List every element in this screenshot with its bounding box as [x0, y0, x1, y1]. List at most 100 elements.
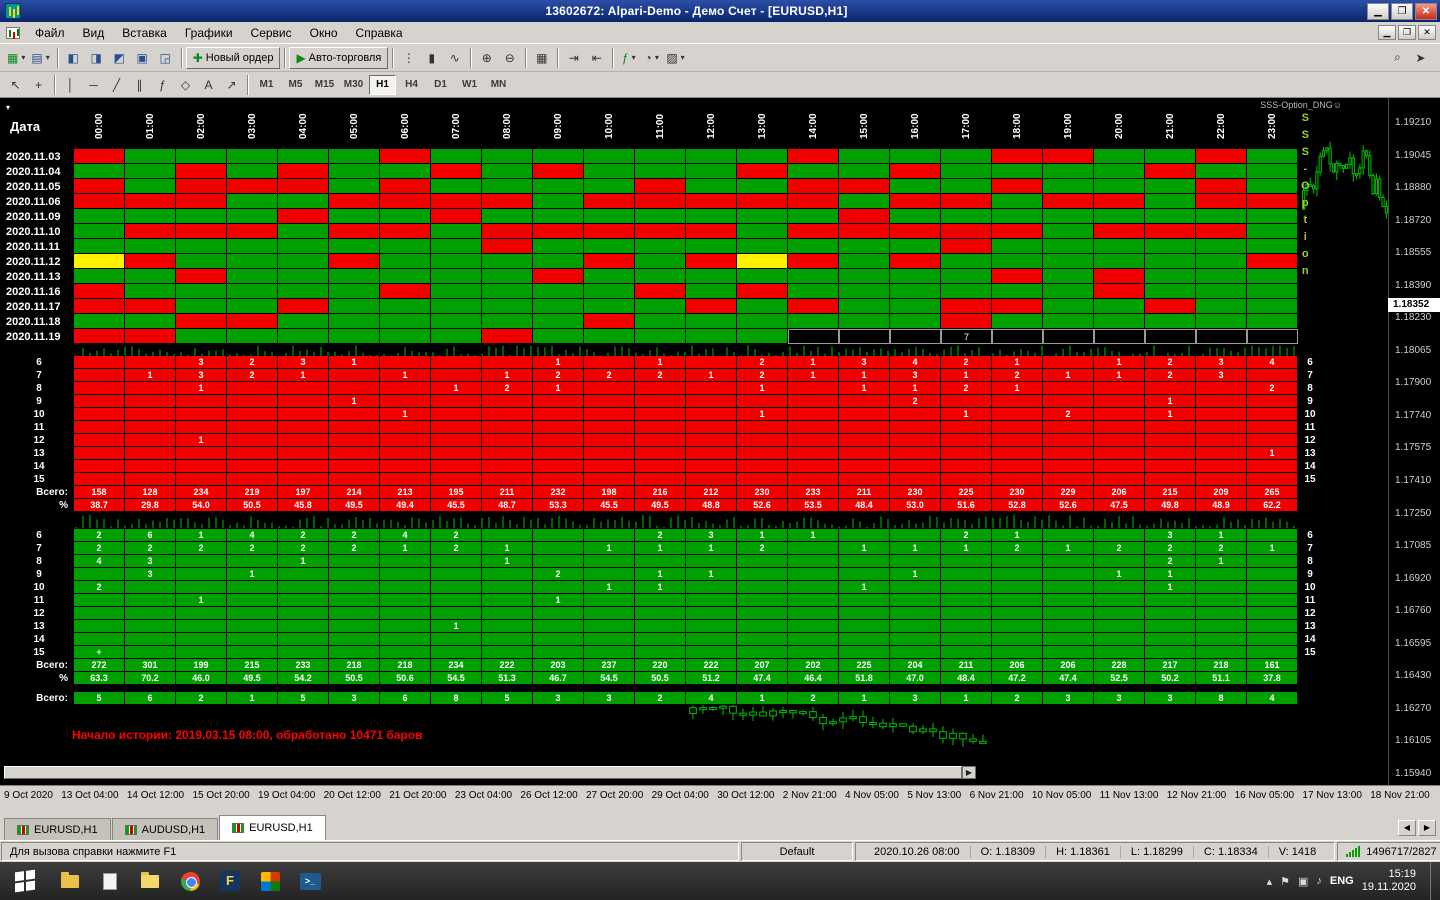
- close-button[interactable]: ✕: [1415, 3, 1437, 20]
- heatmap-cell: [278, 209, 329, 224]
- horizontal-scrollbar[interactable]: ▶: [4, 766, 976, 779]
- child-restore-button[interactable]: ❐: [1398, 25, 1416, 40]
- stat-cell: [1196, 568, 1247, 581]
- timeframe-w1[interactable]: W1: [456, 75, 483, 95]
- restore-button[interactable]: ❐: [1391, 3, 1413, 20]
- arrow-tools-button[interactable]: ↗: [220, 74, 243, 96]
- language-indicator[interactable]: ENG: [1330, 875, 1354, 887]
- stat-cell: [227, 607, 278, 620]
- stat-cell: [686, 620, 737, 633]
- tray-flag-icon[interactable]: ⚑: [1280, 875, 1290, 888]
- timeframe-m30[interactable]: M30: [340, 75, 367, 95]
- percent-cell: 50.6: [380, 672, 431, 685]
- zoom-out-button[interactable]: ⊖: [498, 47, 521, 69]
- taskbar-documents-icon[interactable]: [92, 865, 128, 897]
- shapes-button[interactable]: ◇: [174, 74, 197, 96]
- stat-cell: 2: [74, 529, 125, 542]
- timeframe-h4[interactable]: H4: [398, 75, 425, 95]
- menu-item[interactable]: Файл: [26, 23, 74, 43]
- menu-item[interactable]: Окно: [301, 23, 347, 43]
- scrollbar-thumb[interactable]: [4, 766, 962, 779]
- zoom-in-button[interactable]: ⊕: [475, 47, 498, 69]
- trendline-button[interactable]: ╱: [105, 74, 128, 96]
- row-label-right: 6: [1298, 529, 1322, 542]
- child-close-button[interactable]: ✕: [1418, 25, 1436, 40]
- tray-volume-icon[interactable]: ♪: [1316, 875, 1322, 887]
- taskbar-office-icon[interactable]: [252, 865, 288, 897]
- show-desktop-button[interactable]: [1430, 862, 1436, 900]
- chart-tab[interactable]: EURUSD,H1: [4, 818, 111, 840]
- horizontal-line-button[interactable]: ─: [82, 74, 105, 96]
- stat-cell: 2: [992, 369, 1043, 382]
- child-minimize-button[interactable]: ▁: [1378, 25, 1396, 40]
- taskbar-powershell-icon[interactable]: >_: [292, 865, 328, 897]
- auto-scroll-button[interactable]: ⇥: [562, 47, 585, 69]
- tab-scroll-left-icon[interactable]: ◀: [1398, 820, 1416, 836]
- search-button[interactable]: ⌕: [1386, 47, 1409, 69]
- tray-expand-icon[interactable]: ▴: [1267, 875, 1273, 888]
- chart-shift-button[interactable]: ⇤: [585, 47, 608, 69]
- bottom-total-cell: 8: [431, 692, 482, 705]
- chart-tab[interactable]: AUDUSD,H1: [112, 818, 219, 840]
- line-chart-button[interactable]: ∿: [443, 47, 466, 69]
- menu-item[interactable]: Вид: [74, 23, 114, 43]
- strategy-tester-button[interactable]: ◲: [154, 47, 177, 69]
- bottom-total-cell: 3: [890, 692, 941, 705]
- data-window-button[interactable]: ◨: [85, 47, 108, 69]
- cursor-button[interactable]: ↖: [4, 74, 27, 96]
- scrollbar-right-arrow-icon[interactable]: ▶: [962, 766, 976, 779]
- crosshair-button[interactable]: +: [27, 74, 50, 96]
- taskbar-chrome-icon[interactable]: [172, 865, 208, 897]
- bottom-total-cell: 2: [635, 692, 686, 705]
- timeframe-d1[interactable]: D1: [427, 75, 454, 95]
- channel-button[interactable]: ∥: [128, 74, 151, 96]
- navigator-button[interactable]: ◩: [108, 47, 131, 69]
- fibonacci-button[interactable]: ƒ: [151, 74, 174, 96]
- taskbar-clock[interactable]: 15:19 19.11.2020: [1362, 868, 1422, 894]
- taskbar-folder-icon[interactable]: [132, 865, 168, 897]
- autotrading-button[interactable]: ▶Авто-торговля: [289, 47, 388, 69]
- status-profile[interactable]: Default: [741, 842, 853, 861]
- templates-button[interactable]: ▨▾: [663, 47, 687, 69]
- chart-area[interactable]: SSS-Option_DNG☺ SSS-Option ▾ Дата00:0001…: [0, 98, 1440, 805]
- indicators-button[interactable]: ƒ▾: [617, 47, 640, 69]
- text-button[interactable]: A: [197, 74, 220, 96]
- stat-cell: [1043, 555, 1094, 568]
- new-order-button[interactable]: ✚Новый ордер: [186, 47, 281, 69]
- bar-chart-button[interactable]: ⋮: [397, 47, 420, 69]
- menu-item[interactable]: Справка: [347, 23, 412, 43]
- timeframe-m5[interactable]: M5: [282, 75, 309, 95]
- profiles-button[interactable]: ▤▾: [28, 47, 52, 69]
- market-watch-button[interactable]: ◧: [62, 47, 85, 69]
- stat-cell: [74, 421, 125, 434]
- minimize-button[interactable]: ▁: [1367, 3, 1389, 20]
- stat-cell: 2: [1196, 542, 1247, 555]
- timeframe-h1[interactable]: H1: [369, 75, 396, 95]
- tile-windows-button[interactable]: ▦: [530, 47, 553, 69]
- menu-item[interactable]: Вставка: [113, 23, 176, 43]
- stat-cell: [890, 581, 941, 594]
- menu-item[interactable]: Графики: [176, 23, 242, 43]
- stat-cell: [482, 447, 533, 460]
- candle-chart-button[interactable]: ▮: [420, 47, 443, 69]
- heatmap-cell: [686, 329, 737, 344]
- terminal-button[interactable]: ▣: [131, 47, 154, 69]
- start-button[interactable]: [0, 862, 50, 900]
- heatmap-cell: [278, 329, 329, 344]
- tray-display-icon[interactable]: ▣: [1298, 875, 1308, 888]
- new-chart-button[interactable]: ▦▾: [4, 47, 28, 69]
- vertical-line-button[interactable]: │: [59, 74, 82, 96]
- menu-item[interactable]: Сервис: [242, 23, 301, 43]
- tab-scroll-right-icon[interactable]: ▶: [1418, 820, 1436, 836]
- heatmap-cell: [1094, 299, 1145, 314]
- timeframe-mn[interactable]: MN: [485, 75, 512, 95]
- timeframe-m1[interactable]: M1: [253, 75, 280, 95]
- periods-button[interactable]: ◔▾: [640, 47, 663, 69]
- taskbar-explorer-icon[interactable]: [52, 865, 88, 897]
- heatmap-cell: [1247, 239, 1298, 254]
- heatmap-cell: [1196, 329, 1247, 344]
- taskbar-metatrader-icon[interactable]: F: [212, 865, 248, 897]
- community-button[interactable]: ➤: [1409, 47, 1432, 69]
- timeframe-m15[interactable]: M15: [311, 75, 338, 95]
- chart-tab[interactable]: EURUSD,H1: [219, 815, 326, 840]
